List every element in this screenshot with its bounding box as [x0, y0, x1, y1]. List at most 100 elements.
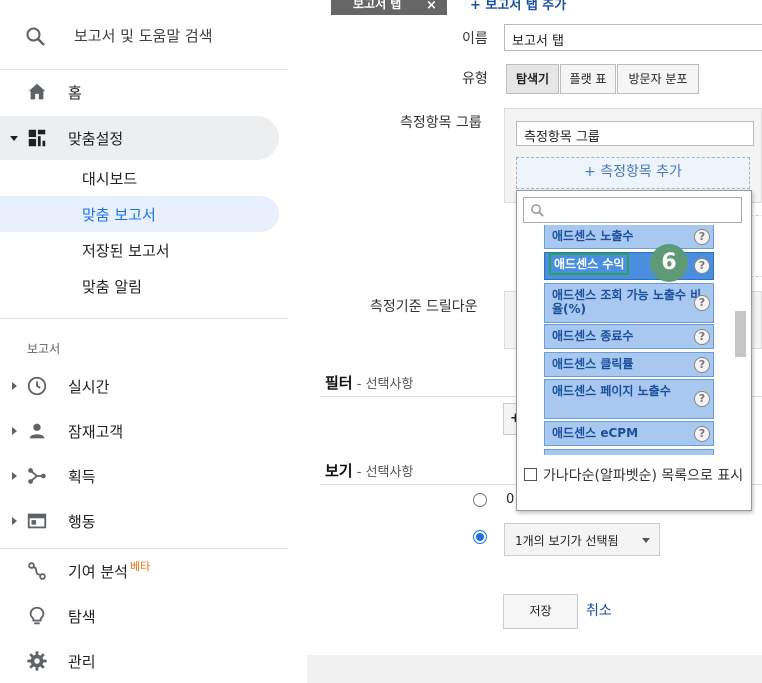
metric-option-label: 애드센스 종료수	[552, 329, 634, 343]
caret-right-icon	[12, 472, 17, 480]
nav-behavior[interactable]: 행동	[0, 501, 290, 541]
name-label: 이름	[462, 31, 488, 47]
attribution-text: 기여 분석	[68, 563, 128, 581]
metric-option-label: 애드센스 노출수	[552, 229, 634, 243]
report-tab-label: 보고서 탭	[353, 0, 402, 11]
cancel-link[interactable]: 취소	[586, 600, 612, 620]
sub-item-label: 맞춤 보고서	[82, 206, 156, 224]
step-number-badge: 6	[650, 244, 688, 282]
view-select-value: 1개의 보기가 선택됨	[515, 534, 619, 548]
nav-attribution-label: 기여 분석 베타	[68, 560, 150, 582]
caret-right-icon	[12, 382, 17, 390]
metric-picker-dropdown: 애드센스 노출수 ? 애드센스 수익 ? 애드센스 조회 가능 노출수 비율(%…	[516, 190, 752, 511]
nav-admin-label: 관리	[68, 653, 96, 671]
nav-acquisition[interactable]: 획득	[0, 456, 290, 496]
alphabetical-sort-option[interactable]: 가나다순(알파벳순) 목록으로 표시	[524, 467, 746, 485]
help-icon[interactable]: ?	[694, 425, 710, 442]
nav-home[interactable]: 홈	[0, 72, 290, 112]
sub-item-custom-alerts[interactable]: 맞춤 알림	[0, 268, 279, 304]
caret-down-icon	[10, 136, 18, 141]
divider	[0, 318, 288, 319]
metric-list: 애드센스 노출수 ? 애드센스 수익 ? 애드센스 조회 가능 노출수 비율(%…	[517, 225, 753, 455]
close-icon[interactable]: ×	[426, 0, 437, 13]
nav-realtime-label: 실시간	[68, 378, 110, 396]
alphabetical-sort-checkbox[interactable]	[524, 468, 537, 481]
metric-option[interactable]: 애드센스 eCPM ?	[544, 421, 714, 446]
nav-attribution[interactable]: 기여 분석 베타	[0, 551, 290, 591]
type-flat-table-button[interactable]: 플랫 표	[560, 64, 616, 94]
help-icon[interactable]: ?	[694, 258, 710, 274]
metric-option-partial[interactable]	[544, 449, 714, 455]
nav-acquisition-label: 획득	[68, 468, 96, 486]
metric-group-label: 측정항목 그룹	[400, 115, 482, 131]
sub-item-label: 저장된 보고서	[82, 242, 170, 260]
add-report-tab-link[interactable]: + 보고서 탭 추가	[470, 0, 566, 13]
save-button[interactable]: 저장	[503, 594, 578, 629]
view-section-title: 보기 - 선택사항	[325, 460, 413, 481]
caret-right-icon	[12, 517, 17, 525]
sub-item-label: 대시보드	[82, 170, 138, 188]
metric-option[interactable]: 애드센스 클릭률 ?	[544, 352, 714, 377]
acquisition-icon	[28, 468, 46, 484]
lightbulb-icon	[29, 606, 45, 625]
sub-item-label: 맞춤 알림	[82, 278, 142, 296]
metric-option[interactable]: 애드센스 노출수 ?	[544, 225, 714, 249]
metric-group-name-input[interactable]: 측정항목 그룹	[516, 121, 754, 146]
view-selected-radio[interactable]	[473, 530, 487, 544]
search-icon	[26, 27, 45, 46]
search-label: 보고서 및 도움말 검색	[74, 27, 213, 45]
metric-option[interactable]: 애드센스 페이지 노출수 ?	[544, 379, 714, 419]
add-metric-button[interactable]: + 측정항목 추가	[516, 157, 750, 189]
help-icon[interactable]: ?	[694, 391, 710, 407]
sidebar: 보고서 및 도움말 검색 홈 맞춤설정 대시보드 맞춤 보고서 저장된 보고서 …	[0, 0, 307, 683]
report-tab-active[interactable]: 보고서 탭 ×	[331, 0, 447, 15]
sub-item-custom-reports[interactable]: 맞춤 보고서	[0, 196, 279, 232]
nav-customization[interactable]: 맞춤설정	[0, 116, 279, 160]
nav-admin[interactable]: 관리	[0, 641, 290, 681]
nav-audience[interactable]: 잠재고객	[0, 411, 290, 451]
behavior-window-icon	[27, 513, 47, 529]
filter-optional: - 선택사항	[352, 377, 414, 392]
metric-option[interactable]: 애드센스 종료수 ?	[544, 324, 714, 349]
nav-discover[interactable]: 탐색	[0, 596, 290, 636]
home-icon	[28, 83, 46, 100]
divider	[0, 69, 288, 70]
nav-home-label: 홈	[68, 84, 82, 102]
clock-icon	[27, 376, 47, 396]
gear-icon	[27, 651, 47, 671]
metric-option-label: 애드센스 수익	[548, 253, 630, 275]
search-icon	[531, 204, 544, 217]
name-input[interactable]: 보고서 탭	[504, 24, 762, 51]
view-all-radio[interactable]	[473, 493, 487, 507]
help-icon[interactable]: ?	[694, 228, 710, 245]
view-all-label: 0	[506, 492, 515, 507]
metric-list-scroll-thumb[interactable]	[735, 311, 746, 357]
sub-item-dashboard[interactable]: 대시보드	[0, 160, 279, 196]
dashboard-grid-icon	[28, 129, 46, 147]
help-icon[interactable]: ?	[694, 295, 710, 311]
drilldown-label: 측정기준 드릴다운	[370, 299, 478, 315]
help-icon[interactable]: ?	[694, 328, 710, 345]
metric-search-input[interactable]	[523, 197, 742, 223]
metric-option-label: 애드센스 eCPM	[552, 426, 639, 440]
filter-title: 필터	[325, 374, 353, 392]
nav-discover-label: 탐색	[68, 608, 96, 626]
nav-realtime[interactable]: 실시간	[0, 366, 290, 406]
nav-customization-label: 맞춤설정	[68, 130, 124, 148]
attribution-icon	[28, 562, 46, 580]
person-icon	[29, 423, 45, 439]
filter-section-title: 필터 - 선택사항	[325, 372, 413, 393]
view-title: 보기	[325, 462, 353, 480]
type-explorer-button[interactable]: 탐색기	[506, 64, 559, 94]
view-select-dropdown[interactable]: 1개의 보기가 선택됨	[504, 523, 660, 556]
nav-behavior-label: 행동	[68, 513, 96, 531]
nav-audience-label: 잠재고객	[68, 423, 124, 441]
metric-option[interactable]: 애드센스 조회 가능 노출수 비율(%) ?	[544, 283, 714, 323]
metric-option-highlighted[interactable]: 애드센스 수익 ?	[544, 252, 714, 280]
bottom-bar	[307, 655, 762, 683]
sub-item-saved-reports[interactable]: 저장된 보고서	[0, 232, 279, 268]
type-map-overlay-button[interactable]: 방문자 분포	[617, 64, 699, 94]
help-icon[interactable]: ?	[694, 356, 710, 373]
type-label: 유형	[462, 71, 488, 87]
search-reports[interactable]: 보고서 및 도움말 검색	[0, 0, 290, 68]
